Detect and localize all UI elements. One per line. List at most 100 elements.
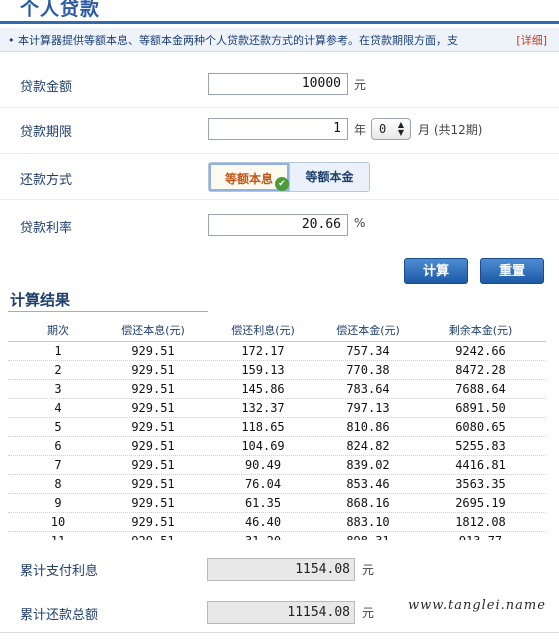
table-cell: 797.13 bbox=[346, 401, 390, 415]
amount-label: 贷款金额 bbox=[20, 80, 73, 95]
table-cell: 6080.65 bbox=[455, 420, 506, 434]
year-unit: 年 bbox=[354, 123, 367, 137]
table-row: 4 929.51 132.37 797.13 6891.50 bbox=[8, 399, 546, 418]
term-row: 贷款期限 1 年 0 ▲ ▼ 月 (共12期) bbox=[0, 108, 559, 154]
table-cell: 9242.66 bbox=[455, 344, 506, 358]
header-payment: 偿还本息(元) bbox=[121, 324, 185, 337]
table-row: 11 929.5131.20898.31913.77 bbox=[8, 532, 546, 540]
table-cell: 4 bbox=[54, 401, 62, 415]
title-bar: 个人贷款 bbox=[0, 0, 559, 22]
table-cell: 913.77 bbox=[423, 534, 538, 540]
table-cell: 783.64 bbox=[346, 382, 390, 396]
table-cell: 839.02 bbox=[346, 458, 390, 472]
table-cell: 6891.50 bbox=[455, 401, 506, 415]
calculate-button[interactable]: 计算 bbox=[404, 258, 468, 284]
table-cell: 31.20 bbox=[208, 534, 318, 540]
months-select[interactable]: 0 ▲ ▼ bbox=[371, 118, 411, 140]
check-icon: ✔ bbox=[275, 177, 289, 191]
term-label: 贷款期限 bbox=[20, 125, 73, 140]
table-cell: 868.16 bbox=[346, 496, 390, 510]
table-row: 10 929.51 46.40 883.10 1812.08 bbox=[8, 513, 546, 532]
table-cell: 145.86 bbox=[241, 382, 285, 396]
table-cell: 10 bbox=[50, 515, 66, 529]
table-cell: 90.49 bbox=[244, 458, 282, 472]
rate-unit: % bbox=[354, 216, 366, 230]
amount-row: 贷款金额 10000 元 bbox=[0, 60, 559, 108]
result-title-underline bbox=[8, 311, 208, 312]
summary-interest-unit: 元 bbox=[362, 563, 375, 577]
table-header: 期次 偿还本息(元) 偿还利息(元) 偿还本金(元) 剩余本金(元) bbox=[8, 318, 546, 342]
method-equal-installment[interactable]: 等额本息 ✔ bbox=[209, 163, 289, 191]
table-cell: 172.17 bbox=[241, 344, 285, 358]
table-cell: 929.51 bbox=[131, 344, 175, 358]
summary-interest-label: 累计支付利息 bbox=[20, 564, 99, 579]
table-cell: 9 bbox=[54, 496, 62, 510]
table-cell: 1 bbox=[54, 344, 62, 358]
table-cell: 929.51 bbox=[131, 477, 175, 491]
table-cell: 883.10 bbox=[346, 515, 390, 529]
months-value: 0 bbox=[379, 122, 387, 136]
table-cell: 929.51 bbox=[131, 363, 175, 377]
table-cell: 929.51 bbox=[131, 458, 175, 472]
summary-interest-row: 累计支付利息 1154.08 元 bbox=[0, 556, 559, 590]
table-cell: 929.51 bbox=[131, 420, 175, 434]
table-cell: 11 bbox=[28, 534, 88, 540]
bottom-divider bbox=[0, 632, 559, 633]
table-cell: 3 bbox=[54, 382, 62, 396]
table-cell: 929.51 bbox=[131, 515, 175, 529]
table-cell: 929.51 bbox=[131, 401, 175, 415]
table-cell: 132.37 bbox=[241, 401, 285, 415]
table-cell: 76.04 bbox=[244, 477, 282, 491]
table-cell: 5255.83 bbox=[455, 439, 506, 453]
table-cell: 118.65 bbox=[241, 420, 285, 434]
term-years-input[interactable]: 1 bbox=[208, 118, 348, 140]
table-cell: 7 bbox=[54, 458, 62, 472]
table-row: 5 929.51 118.65 810.86 6080.65 bbox=[8, 418, 546, 437]
method-equal-installment-label: 等额本息 bbox=[224, 172, 273, 186]
header-principal: 偿还本金(元) bbox=[336, 324, 400, 337]
table-cell: 3563.35 bbox=[455, 477, 506, 491]
rate-row: 贷款利率 20.66 % bbox=[0, 200, 559, 248]
table-cell: 929.51 bbox=[98, 534, 208, 540]
table-cell: 4416.81 bbox=[455, 458, 506, 472]
method-toggle: 等额本息 ✔ 等额本金 bbox=[208, 162, 370, 192]
month-unit: 月 (共12期) bbox=[418, 123, 483, 137]
table-body: 1 929.51 172.17 757.34 9242.66 2 929.51 159.13 7… bbox=[8, 342, 546, 540]
select-arrows-icon: ▲ ▼ bbox=[397, 120, 404, 137]
table-cell: 853.46 bbox=[346, 477, 390, 491]
detail-link[interactable]: [详细] bbox=[516, 32, 547, 48]
table-cell: 5 bbox=[54, 420, 62, 434]
schedule-table[interactable]: 期次 偿还本息(元) 偿还利息(元) 偿还本金(元) 剩余本金(元) 1 929.… bbox=[8, 318, 546, 540]
table-cell: 757.34 bbox=[346, 344, 390, 358]
table-row: 7 929.51 90.49 839.02 4416.81 bbox=[8, 456, 546, 475]
table-row: 8 929.51 76.04 853.46 3563.35 bbox=[8, 475, 546, 494]
rate-label: 贷款利率 bbox=[20, 221, 73, 236]
table-cell: 8472.28 bbox=[455, 363, 506, 377]
table-cell: 7688.64 bbox=[455, 382, 506, 396]
table-cell: 810.86 bbox=[346, 420, 390, 434]
method-equal-principal[interactable]: 等额本金 bbox=[289, 163, 369, 191]
header-period: 期次 bbox=[47, 324, 69, 337]
summary-total-label: 累计还款总额 bbox=[20, 608, 99, 623]
table-cell: 898.31 bbox=[313, 534, 423, 540]
summary-total-value: 11154.08 bbox=[207, 601, 355, 624]
intro-text: • 本计算器提供等额本息、等额本金两种个人贷款还款方式的计算参考。在贷款期限方面… bbox=[8, 34, 458, 47]
reset-button[interactable]: 重置 bbox=[480, 258, 544, 284]
table-row: 6 929.51 104.69 824.82 5255.83 bbox=[8, 437, 546, 456]
table-cell: 929.51 bbox=[131, 382, 175, 396]
watermark: www.tanglei.name bbox=[408, 598, 546, 613]
table-row: 1 929.51 172.17 757.34 9242.66 bbox=[8, 342, 546, 361]
method-label: 还款方式 bbox=[20, 173, 73, 188]
table-cell: 159.13 bbox=[241, 363, 285, 377]
table-cell: 929.51 bbox=[131, 496, 175, 510]
header-remaining: 剩余本金(元) bbox=[448, 324, 513, 337]
rate-input[interactable]: 20.66 bbox=[208, 214, 348, 236]
title-divider bbox=[0, 21, 559, 24]
table-cell: 46.40 bbox=[244, 515, 282, 529]
table-cell: 1812.08 bbox=[455, 515, 506, 529]
summary-total-unit: 元 bbox=[362, 606, 375, 620]
summary-interest-value: 1154.08 bbox=[207, 558, 355, 581]
table-cell: 770.38 bbox=[346, 363, 390, 377]
table-cell: 6 bbox=[54, 439, 62, 453]
amount-input[interactable]: 10000 bbox=[208, 73, 348, 95]
